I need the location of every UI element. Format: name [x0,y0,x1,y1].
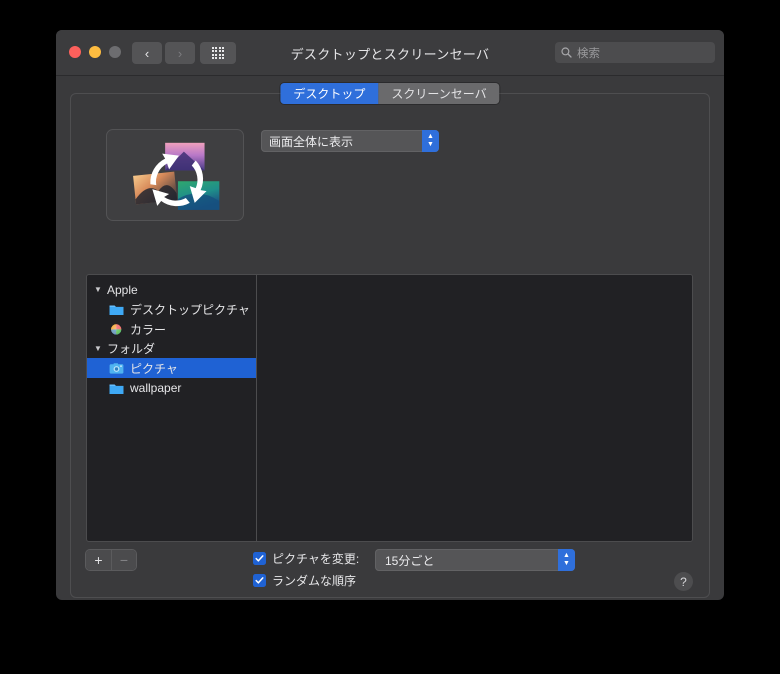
chevron-up-icon: ▲ [563,552,570,559]
source-group-label: Apple [107,282,138,297]
source-group-apple[interactable]: ▼ Apple [87,280,256,299]
help-button[interactable]: ? [674,572,693,591]
blue-folder-icon [109,384,124,394]
random-order-row: ランダムな順序 [253,572,356,589]
minimize-button[interactable] [89,46,101,58]
rotating-pictures-icon [133,142,220,210]
question-mark-icon: ? [680,574,687,589]
sidebar-item-pictures[interactable]: ピクチャ [87,358,256,378]
sidebar-item-wallpaper[interactable]: wallpaper [87,378,256,398]
chevron-down-icon[interactable]: ▼ [94,285,103,294]
change-picture-label: ピクチャを変更: [272,552,360,566]
preferences-panel: デスクトップ スクリーンセーバ 画面全体に表示 ▲ ▼ ▼ Apple デスクト… [70,83,710,598]
chevron-right-icon: › [177,45,183,61]
plus-icon: + [94,552,103,568]
change-picture-row: ピクチャを変更: [253,550,359,567]
tab-desktop[interactable]: デスクトップ [280,83,379,104]
search-icon [561,47,572,58]
tab-screensaver[interactable]: スクリーンセーバ [378,83,500,104]
color-wheel-icon [110,322,123,335]
zoom-button[interactable] [109,46,121,58]
random-order-label: ランダムな順序 [272,574,357,588]
fit-mode-dropdown[interactable]: 画面全体に表示 ▲ ▼ [261,130,439,152]
tab-screensaver-label: スクリーンセーバ [391,87,487,101]
tab-bar: デスクトップ スクリーンセーバ [280,83,500,104]
window-titlebar: ‹ › デスクトップとスクリーンセーバ 検索 [56,30,724,76]
source-list[interactable]: ▼ Apple デスクトップピクチャ カラー ▼ フォルダ ピクチャ wallp… [87,275,257,541]
interval-value: 15分ごと [385,553,435,568]
fit-mode-value: 画面全体に表示 [269,134,354,149]
source-group-label: フォルダ [107,342,156,356]
chevron-down-icon[interactable]: ▼ [94,344,103,353]
search-input[interactable]: 検索 [555,42,715,63]
desktop-preview-thumbnail[interactable] [106,129,244,221]
blue-folder-icon [109,305,124,315]
random-order-checkbox[interactable] [253,574,266,587]
checkmark-icon [255,555,264,562]
stepper-icon[interactable]: ▲ ▼ [422,130,439,152]
chevron-down-icon: ▼ [563,560,570,567]
thumbnail-grid-pane[interactable] [257,275,692,541]
picture-browser: ▼ Apple デスクトップピクチャ カラー ▼ フォルダ ピクチャ wallp… [86,274,693,542]
source-group-folders[interactable]: ▼ フォルダ [87,339,256,358]
checkmark-icon [255,577,264,584]
change-picture-checkbox[interactable] [253,552,266,565]
add-remove-folder-buttons: + − [86,550,136,570]
chevron-down-icon: ▼ [427,141,434,148]
minus-icon: − [119,552,129,568]
back-button[interactable]: ‹ [132,42,162,64]
grid-icon [211,46,225,60]
add-folder-button[interactable]: + [86,550,111,570]
system-preferences-window: ‹ › デスクトップとスクリーンセーバ 検索 デスクトップ スクリーンセーバ 画… [56,30,724,600]
sidebar-item-label: カラー [130,322,167,337]
navigation-buttons: ‹ › [132,42,195,64]
chevron-up-icon: ▲ [427,133,434,140]
interval-dropdown[interactable]: 15分ごと ▲ ▼ [375,549,575,571]
sidebar-item-label: ピクチャ [130,361,178,376]
forward-button[interactable]: › [165,42,195,64]
sidebar-item-colors[interactable]: カラー [87,319,256,339]
traffic-light-group [69,46,121,58]
sidebar-item-desktop-pictures[interactable]: デスクトップピクチャ [87,299,256,319]
sidebar-item-label: wallpaper [130,381,182,395]
sidebar-item-label: デスクトップピクチャ [130,302,250,317]
show-all-button[interactable] [200,42,236,64]
search-placeholder: 検索 [577,47,600,60]
remove-folder-button[interactable]: − [111,550,136,570]
stepper-icon[interactable]: ▲ ▼ [558,549,575,571]
chevron-left-icon: ‹ [144,45,150,61]
photos-folder-icon [109,362,124,374]
close-button[interactable] [69,46,81,58]
tab-desktop-label: デスクトップ [293,87,366,101]
